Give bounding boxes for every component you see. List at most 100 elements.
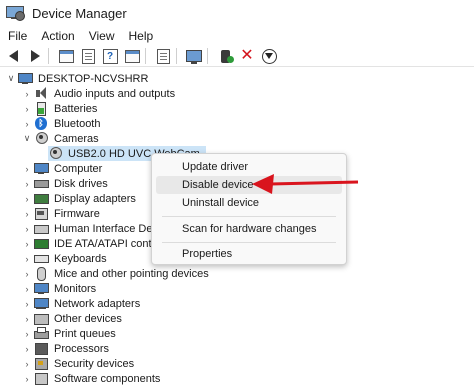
chevron-down-icon[interactable]: ∨ (22, 133, 32, 144)
tree-item-firmware[interactable]: › Firmware (22, 206, 100, 221)
tree-item-bluetooth[interactable]: › ᛒ Bluetooth (22, 116, 100, 131)
window-title: Device Manager (32, 5, 127, 21)
tree-item-label: Display adapters (54, 192, 136, 205)
menu-bar: File Action View Help (0, 27, 474, 45)
chevron-right-icon[interactable]: › (22, 329, 32, 339)
chevron-right-icon[interactable]: › (22, 344, 32, 354)
tree-item-batteries[interactable]: › Batteries (22, 101, 97, 116)
chevron-right-icon[interactable]: › (22, 89, 32, 99)
context-menu-properties[interactable]: Properties (156, 245, 342, 263)
tree-root[interactable]: ∨ DESKTOP-NCVSHRR (6, 71, 149, 86)
tree-item-other-devices[interactable]: › Other devices (22, 311, 122, 326)
chevron-right-icon[interactable]: › (22, 299, 32, 309)
tree-item-network[interactable]: › Network adapters (22, 296, 141, 311)
menu-help[interactable]: Help (122, 27, 161, 45)
tree-item-label: Software components (54, 372, 161, 385)
scan-hardware-icon[interactable] (154, 47, 172, 65)
context-menu-uninstall-device[interactable]: Uninstall device (156, 194, 342, 212)
battery-icon (34, 102, 48, 116)
tree-item-label: Cameras (54, 132, 99, 145)
show-hide-console-tree-icon[interactable] (57, 47, 75, 65)
enable-device-icon[interactable] (216, 47, 234, 65)
tree-item-monitors[interactable]: › Monitors (22, 281, 97, 296)
chevron-right-icon[interactable]: › (22, 359, 32, 369)
display-adapter-icon (34, 192, 49, 205)
tree-item-label: Batteries (54, 102, 98, 115)
menu-action[interactable]: Action (34, 27, 81, 45)
tree-item-cameras[interactable]: ∨ Cameras (22, 131, 99, 146)
processor-icon (34, 342, 48, 355)
toolbar-separator (145, 48, 146, 64)
context-menu-separator (162, 216, 336, 217)
tree-item-display-adapters[interactable]: › Display adapters (22, 191, 136, 206)
help-icon[interactable]: ? (101, 47, 119, 65)
chevron-right-icon[interactable]: › (22, 254, 32, 264)
context-menu-scan-hardware[interactable]: Scan for hardware changes (156, 220, 342, 238)
firmware-icon (34, 207, 48, 220)
chevron-right-icon[interactable]: › (22, 209, 32, 219)
tree-item-processors[interactable]: › Processors (22, 341, 109, 356)
monitor-icon (34, 282, 49, 295)
tree-item-label: Processors (54, 342, 110, 355)
security-device-icon (34, 357, 48, 370)
chevron-right-icon[interactable]: › (22, 194, 32, 204)
mouse-icon (34, 267, 48, 281)
toolbar: ? ✕ (0, 46, 474, 67)
update-driver-icon[interactable] (123, 47, 141, 65)
chevron-right-icon[interactable]: › (22, 314, 32, 324)
webcam-icon (48, 147, 62, 160)
computer-icon (34, 162, 49, 175)
forward-arrow-icon[interactable] (26, 47, 44, 65)
uninstall-device-icon[interactable]: ✕ (238, 47, 256, 65)
tree-root-label: DESKTOP-NCVSHRR (38, 72, 149, 85)
tree-item-keyboards[interactable]: › Keyboards (22, 251, 107, 266)
chevron-right-icon[interactable]: › (22, 284, 32, 294)
back-arrow-icon[interactable] (4, 47, 22, 65)
context-menu: Update driver Disable device Uninstall d… (151, 153, 347, 265)
tree-item-audio[interactable]: › Audio inputs and outputs (22, 86, 175, 101)
tree-item-software-components[interactable]: › Software components (22, 371, 160, 386)
tree-item-label: Mice and other pointing devices (54, 267, 209, 280)
tree-item-security-devices[interactable]: › Security devices (22, 356, 134, 371)
device-manager-icon (6, 6, 25, 21)
tree-item-label: Network adapters (54, 297, 141, 310)
chevron-right-icon[interactable]: › (22, 104, 32, 114)
tree-item-label: Other devices (54, 312, 122, 325)
hid-icon (34, 222, 49, 235)
chevron-right-icon[interactable]: › (22, 374, 32, 384)
toolbar-separator (48, 48, 49, 64)
tree-item-computer[interactable]: › Computer (22, 161, 103, 176)
tree-item-disk-drives[interactable]: › Disk drives (22, 176, 108, 191)
toolbar-separator (207, 48, 208, 64)
bluetooth-icon: ᛒ (34, 117, 48, 130)
tree-item-label: Keyboards (54, 252, 107, 265)
chevron-right-icon[interactable]: › (22, 179, 32, 189)
tree-item-label: Bluetooth (54, 117, 101, 130)
chevron-right-icon[interactable]: › (22, 269, 32, 279)
download-icon[interactable] (260, 47, 278, 65)
tree-item-label: Audio inputs and outputs (54, 87, 176, 100)
tree-item-print-queues[interactable]: › Print queues (22, 326, 116, 341)
context-menu-separator (162, 242, 336, 243)
speaker-icon (34, 87, 48, 100)
chevron-right-icon[interactable]: › (22, 224, 32, 234)
toolbar-separator (176, 48, 177, 64)
chevron-right-icon[interactable]: › (22, 164, 32, 174)
tree-item-label: Print queues (54, 327, 116, 340)
chevron-right-icon[interactable]: › (22, 119, 32, 129)
menu-file[interactable]: File (0, 27, 34, 45)
monitor-icon[interactable] (185, 47, 203, 65)
tree-item-mice[interactable]: › Mice and other pointing devices (22, 266, 209, 281)
keyboard-icon (34, 252, 49, 265)
chevron-right-icon[interactable]: › (22, 239, 32, 249)
chevron-down-icon[interactable]: ∨ (6, 73, 16, 84)
other-devices-icon (34, 312, 49, 325)
title-bar: Device Manager (0, 0, 474, 26)
properties-icon[interactable] (79, 47, 97, 65)
annotation-arrow (252, 174, 359, 194)
ide-controller-icon (34, 237, 49, 250)
tree-item-label: Computer (54, 162, 103, 175)
printer-icon (34, 327, 49, 340)
camera-icon (34, 132, 48, 145)
menu-view[interactable]: View (82, 27, 122, 45)
